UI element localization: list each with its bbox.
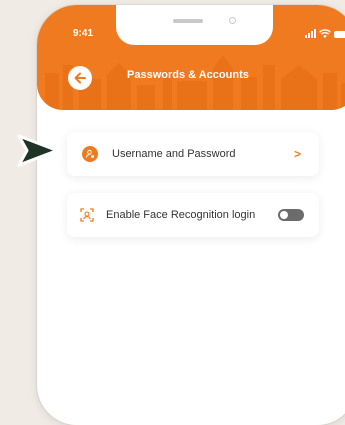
arrow-pointer-icon (17, 134, 59, 167)
phone-frame: 9:41 Passwords & Accounts Username and P… (37, 5, 345, 425)
settings-item-face-recognition: Enable Face Recognition login (67, 193, 319, 237)
chevron-right-icon: > (293, 147, 301, 161)
device-notch (116, 5, 273, 45)
battery-icon (334, 31, 345, 38)
wifi-icon (319, 29, 331, 38)
front-camera (229, 17, 236, 24)
status-icons (305, 29, 345, 38)
face-scan-icon (80, 208, 94, 222)
status-time: 9:41 (73, 28, 94, 39)
user-lock-icon (82, 146, 98, 162)
page-title: Passwords & Accounts (127, 69, 249, 81)
cellular-signal-icon (305, 29, 316, 38)
settings-item-label: Enable Face Recognition login (106, 209, 256, 221)
settings-item-username-password[interactable]: Username and Password > (67, 132, 319, 176)
header-banner: 9:41 Passwords & Accounts (37, 5, 345, 110)
back-button[interactable] (68, 66, 92, 90)
settings-item-label: Username and Password (112, 148, 236, 160)
face-recognition-toggle[interactable] (278, 209, 304, 221)
toggle-knob (280, 211, 288, 219)
arrow-left-icon (74, 72, 86, 84)
speaker-grille (173, 19, 203, 23)
